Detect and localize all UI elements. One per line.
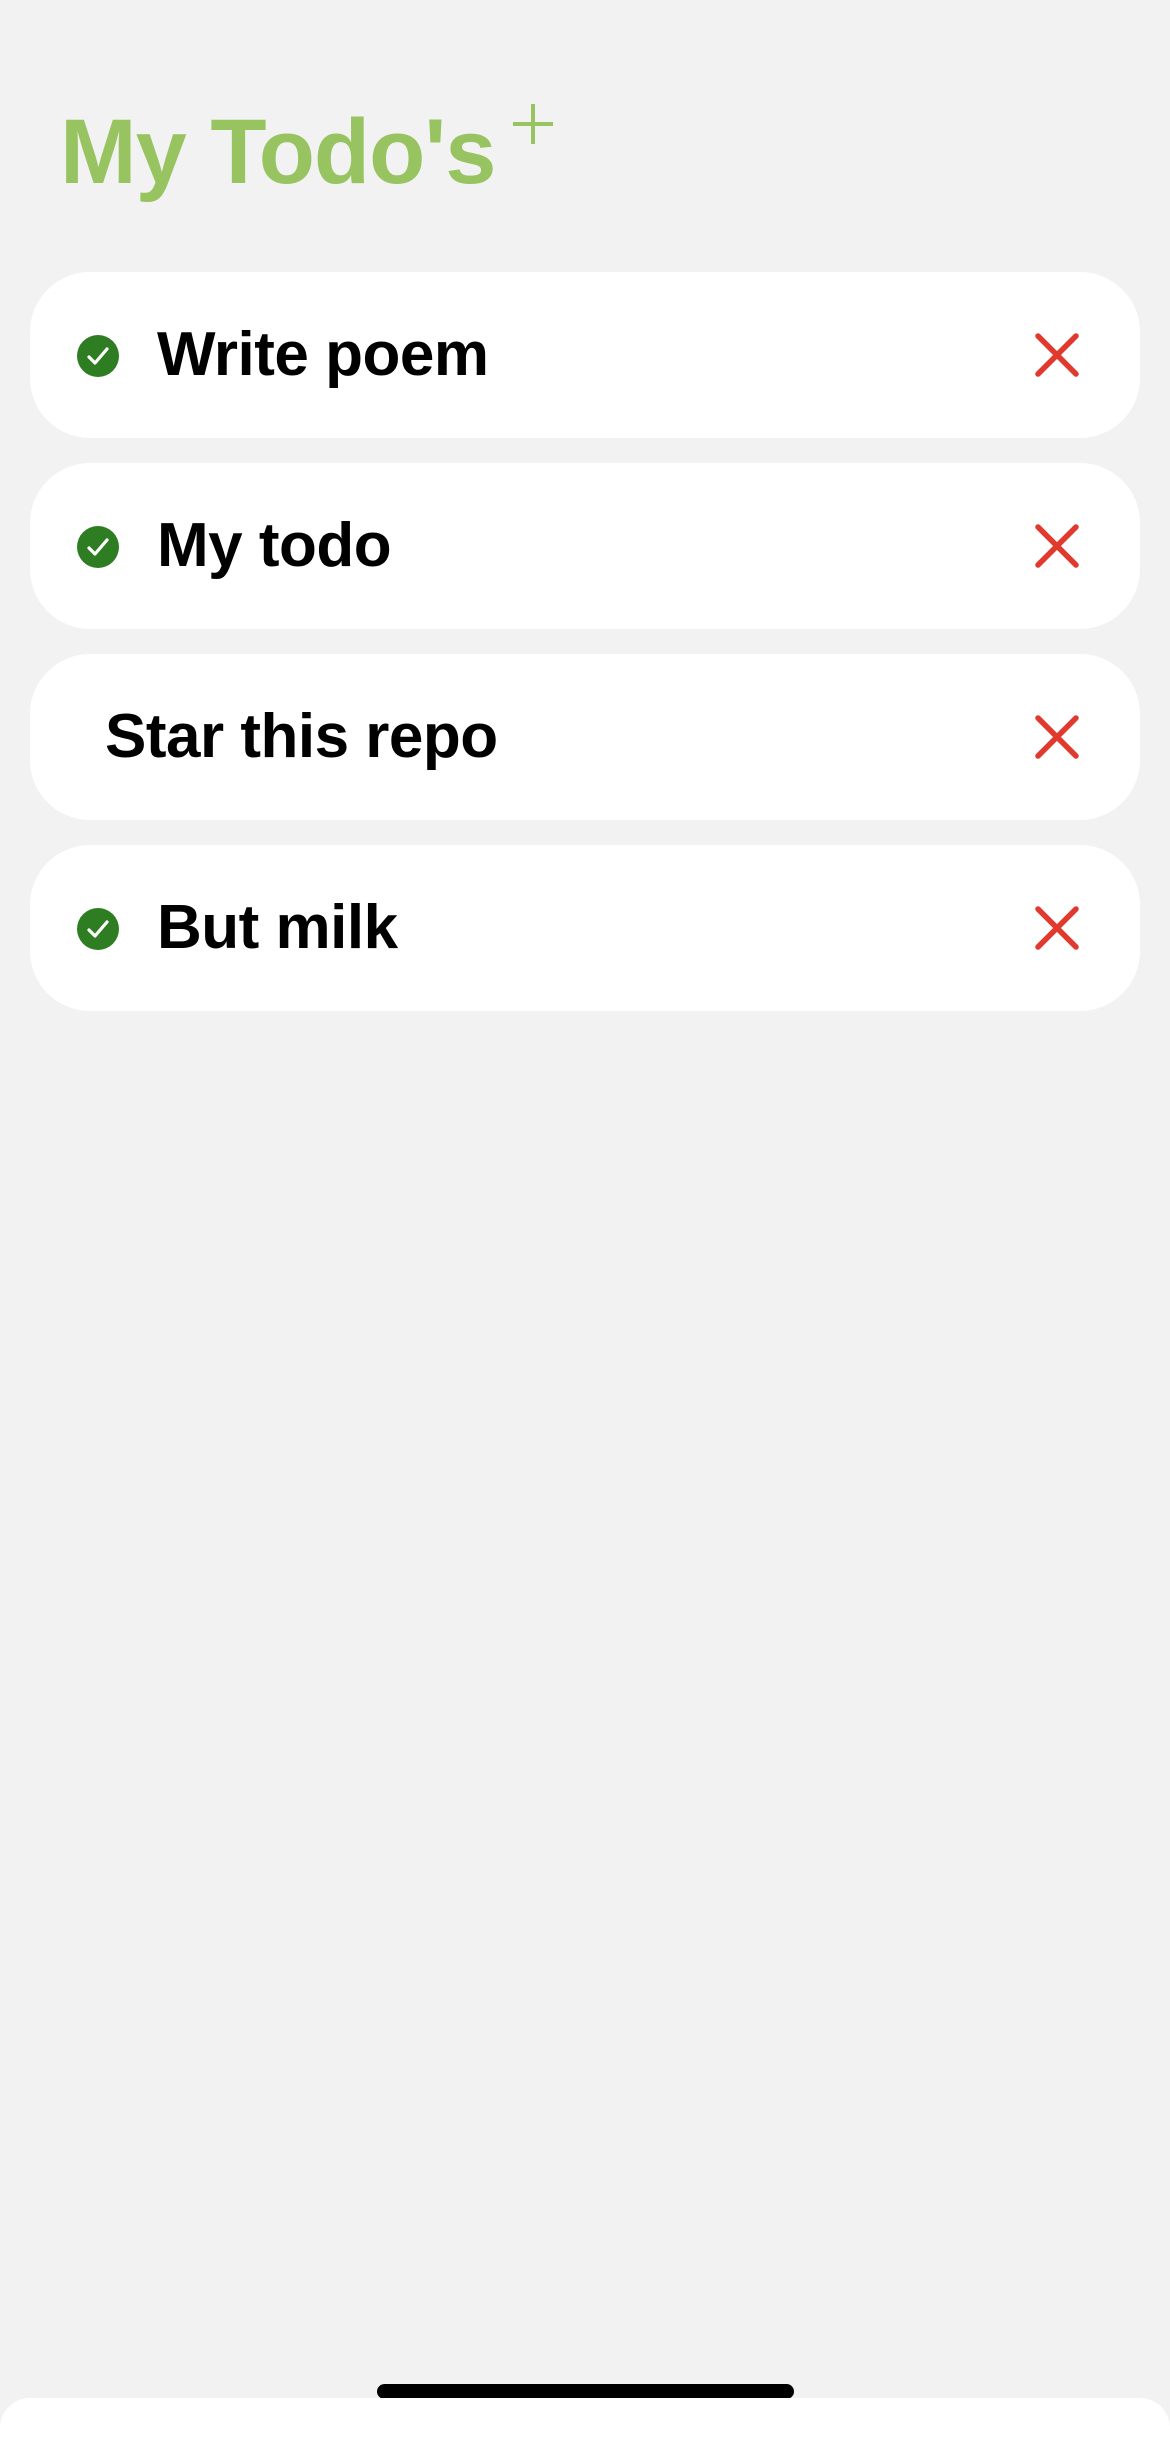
todo-item[interactable]: But milk — [30, 845, 1140, 1011]
check-circle-icon[interactable] — [77, 335, 119, 377]
plus-icon — [513, 104, 554, 144]
todo-item[interactable]: Write poem — [30, 272, 1140, 438]
home-indicator[interactable] — [377, 2384, 794, 2399]
bottom-sheet[interactable] — [0, 2398, 1170, 2458]
add-todo-button[interactable] — [505, 96, 561, 152]
todo-list: Write poem My todo Star this repo But mi… — [30, 272, 1140, 1036]
check-circle-icon[interactable] — [77, 908, 119, 950]
todo-label: Star this repo — [105, 702, 498, 771]
todo-label: Write poem — [157, 320, 489, 389]
todo-item[interactable]: Star this repo — [30, 654, 1140, 820]
todo-label: My todo — [157, 511, 392, 580]
todo-label: But milk — [157, 893, 398, 962]
check-circle-icon[interactable] — [77, 526, 119, 568]
delete-icon[interactable] — [1034, 332, 1080, 378]
todo-item[interactable]: My todo — [30, 463, 1140, 629]
page-title: My Todo's — [60, 101, 496, 203]
header: My Todo's — [60, 96, 561, 198]
delete-icon[interactable] — [1034, 905, 1080, 951]
delete-icon[interactable] — [1034, 523, 1080, 569]
delete-icon[interactable] — [1034, 714, 1080, 760]
